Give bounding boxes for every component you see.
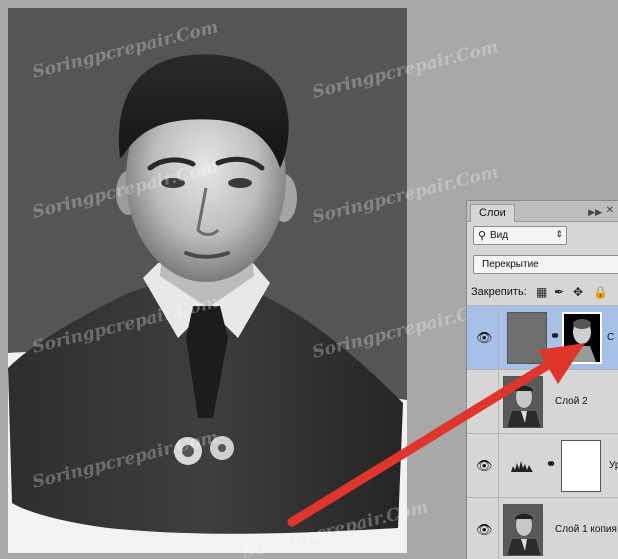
- layer-mask-thumbnail[interactable]: [562, 312, 602, 364]
- panel-tabbar: Слои ▶▶ ✕: [467, 201, 618, 222]
- layer-name: Слой 2: [555, 396, 588, 407]
- lock-all-icon[interactable]: 🔒: [593, 285, 608, 299]
- layer-row[interactable]: Слой 2: [467, 369, 618, 434]
- lock-brush-icon[interactable]: ✒: [554, 285, 564, 299]
- layer-name: Слой 1 копия: [555, 524, 617, 535]
- layer-name: Ур: [609, 460, 618, 471]
- layer-name: С: [607, 332, 615, 343]
- visibility-toggle[interactable]: [467, 370, 499, 434]
- updown-arrow-icon: ⇕: [555, 229, 563, 239]
- visibility-toggle[interactable]: 👁: [467, 306, 499, 370]
- blend-mode-label: Перекрытие: [482, 259, 539, 270]
- visibility-toggle[interactable]: 👁: [467, 434, 499, 498]
- eye-icon[interactable]: 👁: [476, 458, 493, 474]
- link-icon[interactable]: ⚭: [546, 457, 556, 471]
- eye-icon[interactable]: 👁: [476, 330, 493, 346]
- lock-row: Закрепить: ▦ ✒ ✥ 🔒: [471, 285, 618, 301]
- lock-position-icon[interactable]: ✥: [573, 285, 583, 299]
- layer-row[interactable]: 👁 ⚭ Ур: [467, 433, 618, 498]
- search-icon: ⚲: [478, 230, 487, 242]
- layer-mask-thumbnail[interactable]: [561, 440, 601, 492]
- layers-panel: Слои ▶▶ ✕ ⚲ Вид ⇕ Перекрытие Закрепить: …: [466, 200, 618, 559]
- layer-thumbnail: [503, 504, 543, 556]
- lock-label: Закрепить:: [471, 286, 527, 298]
- visibility-toggle[interactable]: 👁: [467, 498, 499, 559]
- tab-layers[interactable]: Слои: [470, 204, 515, 222]
- filter-label: Вид: [490, 230, 509, 241]
- layer-thumbnail: [507, 312, 547, 364]
- link-icon[interactable]: ⚭: [550, 329, 560, 343]
- layer-row[interactable]: 👁 Слой 1 копия: [467, 497, 618, 559]
- portrait-photo: [8, 8, 407, 553]
- close-icon[interactable]: ✕: [606, 205, 614, 216]
- blend-mode-select[interactable]: Перекрытие: [473, 255, 618, 274]
- layer-thumbnail: [503, 376, 543, 428]
- levels-histogram-icon: [511, 460, 533, 472]
- layer-filter-select[interactable]: ⚲ Вид ⇕: [473, 226, 567, 245]
- layer-row[interactable]: 👁 ⚭ С: [467, 305, 618, 370]
- eye-icon[interactable]: 👁: [476, 522, 493, 538]
- lock-transparent-pixels-icon[interactable]: ▦: [536, 285, 547, 299]
- collapse-icon[interactable]: ▶▶: [588, 207, 602, 218]
